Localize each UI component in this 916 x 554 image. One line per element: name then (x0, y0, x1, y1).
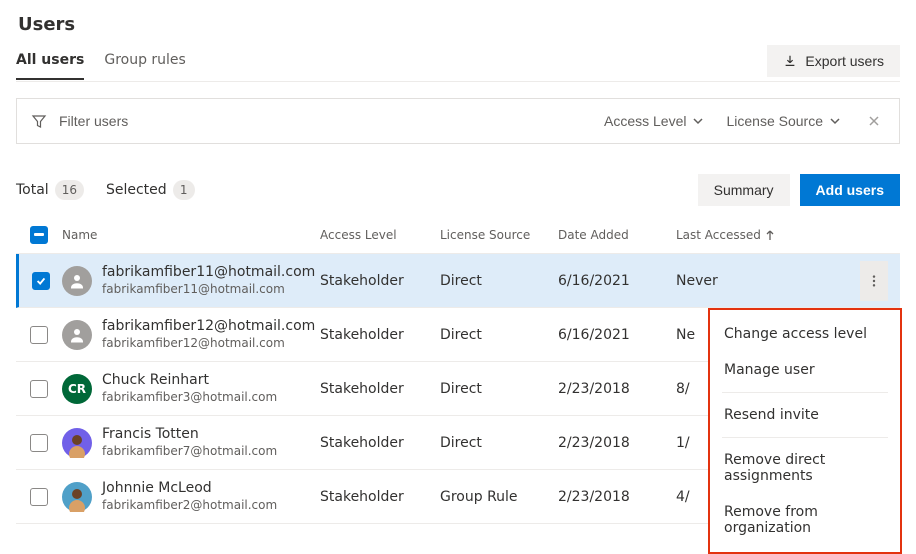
row-context-menu: Change access level Manage user Resend i… (708, 308, 902, 554)
license-source-cell: Direct (440, 327, 558, 343)
user-name: Francis Totten (102, 426, 277, 444)
menu-divider (722, 392, 888, 393)
user-name: Johnnie McLeod (102, 480, 277, 498)
access-level-cell: Stakeholder (320, 273, 440, 289)
user-email: fabrikamfiber2@hotmail.com (102, 498, 277, 513)
row-checkbox[interactable] (30, 434, 48, 452)
date-added-cell: 2/23/2018 (558, 489, 676, 505)
access-level-cell: Stakeholder (320, 327, 440, 343)
col-name[interactable]: Name (62, 228, 320, 242)
access-level-cell: Stakeholder (320, 435, 440, 451)
tab-bar: All users Group rules Export users (16, 45, 900, 82)
date-added-cell: 2/23/2018 (558, 435, 676, 451)
more-actions-button[interactable] (860, 261, 888, 301)
counts-row: Total 16 Selected 1 Summary Add users (16, 174, 900, 206)
table-row[interactable]: fabrikamfiber11@hotmail.comfabrikamfiber… (16, 254, 900, 308)
user-name: fabrikamfiber11@hotmail.com (102, 264, 315, 282)
avatar (62, 320, 92, 350)
user-email: fabrikamfiber3@hotmail.com (102, 390, 277, 405)
user-name: fabrikamfiber12@hotmail.com (102, 318, 315, 336)
menu-resend-invite[interactable]: Resend invite (710, 397, 900, 433)
menu-divider (722, 437, 888, 438)
license-source-cell: Direct (440, 435, 558, 451)
summary-button[interactable]: Summary (698, 174, 790, 206)
user-email: fabrikamfiber11@hotmail.com (102, 282, 315, 297)
user-name: Chuck Reinhart (102, 372, 277, 390)
user-email: fabrikamfiber12@hotmail.com (102, 336, 315, 351)
col-last-accessed[interactable]: Last Accessed (676, 228, 860, 242)
download-icon (783, 54, 797, 68)
more-vertical-icon (867, 274, 881, 288)
col-access[interactable]: Access Level (320, 228, 440, 242)
access-level-cell: Stakeholder (320, 489, 440, 505)
last-accessed-cell: Never (676, 273, 860, 289)
table-header-row: Name Access Level License Source Date Ad… (16, 216, 900, 254)
menu-remove-assignments[interactable]: Remove direct assignments (710, 442, 900, 494)
access-level-cell: Stakeholder (320, 381, 440, 397)
filter-input[interactable] (57, 112, 257, 130)
filter-icon (31, 113, 47, 129)
license-source-cell: Direct (440, 273, 558, 289)
row-checkbox[interactable] (30, 326, 48, 344)
close-icon (867, 114, 881, 128)
menu-remove-org[interactable]: Remove from organization (710, 494, 900, 546)
col-last-label: Last Accessed (676, 228, 761, 242)
date-added-cell: 2/23/2018 (558, 381, 676, 397)
row-checkbox[interactable] (30, 488, 48, 506)
avatar: CR (62, 374, 92, 404)
filter-bar: Access Level License Source (16, 98, 900, 144)
add-users-button[interactable]: Add users (800, 174, 900, 206)
license-source-label: License Source (726, 113, 823, 129)
sort-asc-icon (765, 229, 775, 241)
tab-group-rules[interactable]: Group rules (104, 46, 186, 80)
row-checkbox[interactable] (32, 272, 50, 290)
avatar (62, 428, 92, 458)
clear-filter-button[interactable] (863, 110, 885, 132)
col-license[interactable]: License Source (440, 228, 558, 242)
row-checkbox[interactable] (30, 380, 48, 398)
license-source-cell: Direct (440, 381, 558, 397)
license-source-dropdown[interactable]: License Source (720, 109, 847, 133)
export-users-button[interactable]: Export users (767, 45, 900, 77)
export-label: Export users (805, 53, 884, 69)
date-added-cell: 6/16/2021 (558, 327, 676, 343)
page-title: Users (18, 14, 900, 35)
select-all-checkbox[interactable] (30, 226, 48, 244)
selected-label: Selected (106, 182, 167, 198)
chevron-down-icon (692, 115, 704, 127)
menu-change-access[interactable]: Change access level (710, 316, 900, 352)
access-level-dropdown[interactable]: Access Level (598, 109, 710, 133)
access-level-label: Access Level (604, 113, 686, 129)
total-label: Total (16, 182, 49, 198)
license-source-cell: Group Rule (440, 489, 558, 505)
avatar (62, 482, 92, 512)
chevron-down-icon (829, 115, 841, 127)
selected-count-badge: 1 (173, 180, 195, 200)
date-added-cell: 6/16/2021 (558, 273, 676, 289)
menu-manage-user[interactable]: Manage user (710, 352, 900, 388)
avatar (62, 266, 92, 296)
user-email: fabrikamfiber7@hotmail.com (102, 444, 277, 459)
col-added[interactable]: Date Added (558, 228, 676, 242)
total-count-badge: 16 (55, 180, 84, 200)
tab-all-users[interactable]: All users (16, 46, 84, 80)
